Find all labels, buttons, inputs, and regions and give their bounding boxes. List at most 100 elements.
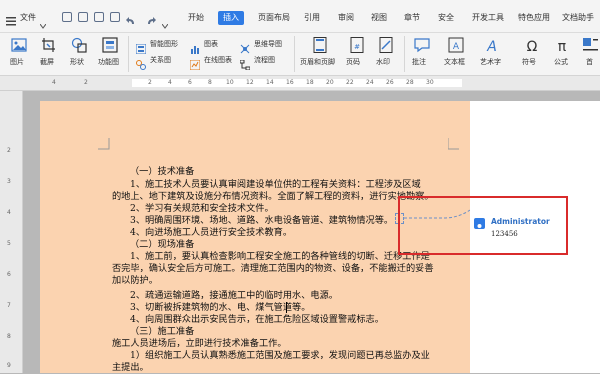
watermark-icon[interactable] xyxy=(378,37,394,57)
ruler-number: 14 xyxy=(266,79,274,86)
ribbon-comment-label[interactable]: 批注 xyxy=(412,58,426,67)
ribbon-smart-graphic-label[interactable]: 智能图形 xyxy=(150,40,178,49)
svg-text:A: A xyxy=(453,42,460,52)
word-art-icon[interactable]: A xyxy=(484,37,500,57)
ribbon-text-box-label[interactable]: 文本框 xyxy=(444,58,465,67)
tab-sections[interactable]: 章节 xyxy=(404,13,420,23)
doc-paragraph: 施工人员进场后，立即进行技术准备工作。 xyxy=(112,338,287,349)
ribbon-separator xyxy=(294,36,295,72)
ruler-number: 8 xyxy=(208,79,212,86)
margin-corner-mark xyxy=(98,138,110,150)
svg-text:A: A xyxy=(486,39,497,53)
save-icon[interactable] xyxy=(62,12,72,22)
ribbon-screenshot-label[interactable]: 截屏 xyxy=(40,58,54,67)
ruler-number: 10 xyxy=(226,79,234,86)
tab-doc-assistant[interactable]: 文档助手 xyxy=(562,13,594,23)
ruler-number: 4 xyxy=(168,79,172,86)
ruler-number: 12 xyxy=(246,79,254,86)
print-preview-icon[interactable] xyxy=(110,12,120,22)
flowchart-icon[interactable] xyxy=(239,55,251,74)
symbol-icon[interactable]: Ω xyxy=(524,37,540,57)
doc-heading-2: （二）现场准备 xyxy=(130,239,195,250)
ruler-number: 4 xyxy=(7,209,11,216)
doc-paragraph: 1）组织施工人员认真熟悉施工范围及施工要求，发现问题已再总监办及业 xyxy=(130,350,430,361)
ribbon-chart-label[interactable]: 图表 xyxy=(204,40,218,49)
svg-text:Ω: Ω xyxy=(527,39,538,53)
tab-page-layout[interactable]: 页面布局 xyxy=(258,13,290,23)
page-number-icon[interactable]: # xyxy=(349,37,365,57)
tab-developer[interactable]: 开发工具 xyxy=(472,13,504,23)
text-cursor xyxy=(286,302,287,313)
ruler-number: 6 xyxy=(188,79,192,86)
ruler-number: 26 xyxy=(386,79,394,86)
doc-paragraph: 加以防护。 xyxy=(112,275,158,286)
ribbon-drop-cap-label[interactable]: 首 xyxy=(586,58,593,67)
ribbon-separator xyxy=(404,36,405,72)
menu-bar: 文件 开始 插入 页面布局 引用 审阅 视图 章节 安全 开发工具 特色应用 文… xyxy=(0,0,600,33)
more-chevron-icon[interactable] xyxy=(161,14,169,33)
tab-insert[interactable]: 插入 xyxy=(218,11,244,25)
file-menu[interactable]: 文件 xyxy=(20,13,36,23)
ruler-number: 5 xyxy=(7,240,11,247)
tab-view[interactable]: 视图 xyxy=(371,13,387,23)
ruler-number: 7 xyxy=(7,302,11,309)
ruler-number: 8 xyxy=(7,333,11,340)
ribbon-function-diagram-label[interactable]: 功能图 xyxy=(98,58,119,67)
doc-paragraph: 否完毕，确认安全后方可施工。清理施工范围内的物资、设备，不能搬迁的妥善 xyxy=(112,263,434,274)
doc-paragraph: 主提出。 xyxy=(112,362,149,373)
ruler-number: 16 xyxy=(286,79,294,86)
ribbon-watermark-label[interactable]: 水印 xyxy=(376,58,390,67)
screenshot-icon[interactable] xyxy=(41,37,57,57)
tab-references[interactable]: 引用 xyxy=(304,13,320,23)
redo-icon[interactable] xyxy=(146,11,156,30)
doc-paragraph: 3、明确周围环境、场地、道路、水电设备管道、建筑物情况等。 xyxy=(130,215,394,226)
doc-paragraph: 的地上、地下建筑及设施分布情况资料。全面了解工程的资料，进行实地勘察。 xyxy=(112,191,434,202)
ribbon-shapes-label[interactable]: 形状 xyxy=(70,58,84,67)
vertical-ruler[interactable] xyxy=(0,91,23,373)
ribbon-flowchart-label[interactable]: 流程图 xyxy=(254,56,275,65)
ribbon-word-art-label[interactable]: 艺术字 xyxy=(480,58,501,67)
header-footer-icon[interactable] xyxy=(312,37,328,57)
ribbon-picture-label[interactable]: 图片 xyxy=(10,58,24,67)
ruler-number: 22 xyxy=(346,79,354,86)
function-diagram-icon[interactable] xyxy=(102,37,118,57)
doc-heading-3: （三）施工准备 xyxy=(130,326,195,337)
ribbon-symbol-label[interactable]: 符号 xyxy=(522,58,536,67)
ruler-number: 30 xyxy=(426,79,434,86)
ruler-number: 6 xyxy=(7,271,11,278)
tab-home[interactable]: 开始 xyxy=(188,13,204,23)
undo-icon[interactable] xyxy=(126,11,136,30)
drop-cap-icon[interactable] xyxy=(582,37,598,57)
ruler-number: 2 xyxy=(148,79,152,86)
ruler-number: 9 xyxy=(7,362,11,369)
relation-diagram-icon[interactable] xyxy=(136,55,146,74)
ribbon-mind-map-label[interactable]: 思维导图 xyxy=(254,40,282,49)
ruler-number: 20 xyxy=(326,79,334,86)
ribbon-page-number-label[interactable]: 页码 xyxy=(346,58,360,67)
ruler-number: 3 xyxy=(7,178,11,185)
ribbon-header-footer-label[interactable]: 页眉和页脚 xyxy=(300,58,335,67)
comment-icon[interactable] xyxy=(414,37,430,57)
doc-paragraph: 2、疏通运输道路，接通施工中的临时用水、电源。 xyxy=(130,290,338,301)
ruler-number: 28 xyxy=(406,79,414,86)
print-icon[interactable] xyxy=(94,12,104,22)
menu-grid-icon[interactable] xyxy=(6,11,16,30)
text-box-icon[interactable]: A xyxy=(448,37,464,57)
ribbon-relation-diagram-label[interactable]: 关系图 xyxy=(150,56,171,65)
shapes-icon[interactable] xyxy=(71,37,87,57)
doc-paragraph: 2、学习有关规范和安全技术文件。 xyxy=(130,203,274,214)
ribbon-separator xyxy=(128,36,129,72)
online-chart-icon[interactable] xyxy=(189,55,201,74)
ribbon-formula-label[interactable]: 公式 xyxy=(554,58,568,67)
ribbon-online-chart-label[interactable]: 在线图表 xyxy=(204,56,232,65)
tab-features[interactable]: 特色应用 xyxy=(518,13,550,23)
chevron-down-icon[interactable] xyxy=(39,14,47,33)
tab-security[interactable]: 安全 xyxy=(438,13,454,23)
formula-icon[interactable]: π xyxy=(554,37,570,57)
ruler-number: 4 xyxy=(52,79,56,86)
tab-review[interactable]: 审阅 xyxy=(338,13,354,23)
export-pdf-icon[interactable] xyxy=(78,12,88,22)
doc-paragraph: 3、切断被拆建筑物的水、电、煤气管道等。 xyxy=(130,302,311,313)
picture-icon[interactable] xyxy=(11,37,27,57)
ruler-number: 24 xyxy=(366,79,374,86)
